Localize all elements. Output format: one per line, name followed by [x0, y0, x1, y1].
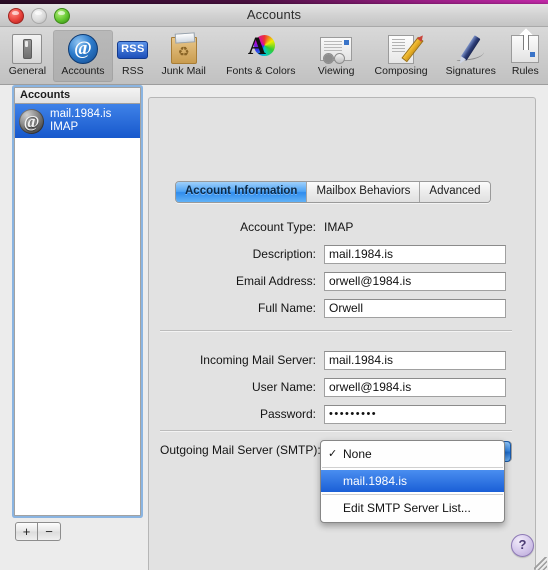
account-add-remove-group: + −	[15, 522, 61, 541]
row-password: Password: •••••••••	[160, 404, 522, 424]
user-name-label: User Name:	[251, 380, 316, 394]
toolbar-label-rules: Rules	[511, 65, 539, 77]
account-information-form: Account Type: IMAP Description: mail.198…	[160, 217, 522, 431]
toolbar-label-fonts-colors: Fonts & Colors	[226, 65, 296, 77]
description-label: Description:	[252, 247, 316, 261]
font-color-wheel-icon: A	[245, 32, 277, 64]
password-label: Password:	[259, 407, 316, 421]
email-address-label: Email Address:	[235, 274, 316, 288]
menu-divider	[322, 494, 503, 495]
account-type-label: Account Type:	[240, 220, 316, 234]
globe-at-icon	[19, 108, 44, 134]
accounts-preferences-window: Accounts General @ Accounts RSS RSS Junk…	[0, 4, 548, 570]
menu-item-none-label: None	[343, 447, 372, 461]
add-account-button[interactable]: +	[15, 522, 38, 541]
toolbar-label-accounts: Accounts	[61, 65, 105, 77]
preferences-toolbar: General @ Accounts RSS RSS Junk Mail A F…	[0, 27, 548, 85]
remove-account-button[interactable]: −	[38, 522, 61, 541]
tab-account-information[interactable]: Account Information	[176, 182, 308, 202]
row-incoming-mail-server: Incoming Mail Server: mail.1984.is	[160, 350, 522, 370]
toolbar-item-fonts-colors[interactable]: A Fonts & Colors	[215, 30, 307, 82]
toolbar-label-signatures: Signatures	[445, 65, 496, 77]
row-full-name: Full Name: Orwell	[160, 298, 522, 318]
password-input[interactable]: •••••••••	[324, 404, 506, 424]
menu-item-none[interactable]: ✓ None	[321, 443, 504, 465]
toolbar-label-composing: Composing	[374, 65, 428, 77]
row-outgoing-mail-server: Outgoing Mail Server (SMTP):	[160, 443, 324, 457]
toolbar-item-rules[interactable]: Rules	[505, 30, 546, 82]
form-separator-upper	[160, 330, 512, 331]
menu-divider	[322, 467, 503, 468]
row-user-name: User Name: orwell@1984.is	[160, 377, 522, 397]
preferences-content: Accounts mail.1984.is IMAP + − Account I…	[0, 85, 548, 570]
user-name-input[interactable]: orwell@1984.is	[324, 377, 506, 397]
toolbar-item-general[interactable]: General	[2, 30, 53, 82]
rss-badge-icon: RSS	[117, 32, 149, 64]
toolbar-item-rss[interactable]: RSS RSS	[113, 30, 153, 82]
account-name: mail.1984.is	[50, 108, 112, 120]
outgoing-mail-server-label: Outgoing Mail Server (SMTP):	[160, 443, 321, 457]
account-tabs: Account Information Mailbox Behaviors Ad…	[175, 181, 491, 203]
row-description: Description: mail.1984.is	[160, 244, 522, 264]
viewing-glasses-icon	[320, 32, 353, 64]
signature-pen-icon	[455, 32, 487, 64]
incoming-mail-server-input[interactable]: mail.1984.is	[324, 350, 506, 370]
toolbar-item-viewing[interactable]: Viewing	[307, 30, 365, 82]
window-titlebar: Accounts	[0, 4, 548, 27]
toolbar-item-junk-mail[interactable]: Junk Mail	[153, 30, 215, 82]
tab-mailbox-behaviors[interactable]: Mailbox Behaviors	[307, 182, 421, 202]
menu-item-edit-smtp-server-list-label: Edit SMTP Server List...	[343, 501, 471, 515]
toolbar-label-general: General	[8, 65, 47, 77]
window-title: Accounts	[246, 7, 302, 22]
checkmark-icon: ✓	[328, 448, 338, 460]
rules-arrow-icon	[509, 32, 541, 64]
at-sign-icon: @	[67, 32, 99, 64]
menu-item-edit-smtp-server-list[interactable]: Edit SMTP Server List...	[321, 497, 504, 519]
toolbar-item-signatures[interactable]: Signatures	[437, 30, 505, 82]
help-button[interactable]: ?	[511, 534, 534, 557]
full-name-input[interactable]: Orwell	[324, 298, 506, 318]
description-input[interactable]: mail.1984.is	[324, 244, 506, 264]
toolbar-label-viewing: Viewing	[317, 65, 355, 77]
list-item[interactable]: mail.1984.is IMAP	[15, 104, 140, 138]
account-type: IMAP	[50, 121, 79, 133]
menu-item-mail-1984-is-label: mail.1984.is	[343, 474, 408, 488]
toolbar-item-composing[interactable]: Composing	[365, 30, 437, 82]
resize-grip[interactable]	[534, 557, 547, 570]
junk-bag-icon	[168, 32, 200, 64]
form-separator-lower	[160, 430, 512, 431]
row-account-type: Account Type: IMAP	[160, 217, 522, 237]
toolbar-label-rss: RSS	[122, 65, 144, 77]
toolbar-label-junk-mail: Junk Mail	[161, 65, 206, 77]
account-labels: mail.1984.is IMAP	[50, 108, 111, 134]
row-email-address: Email Address: orwell@1984.is	[160, 271, 522, 291]
email-address-input[interactable]: orwell@1984.is	[324, 271, 506, 291]
composing-pencil-icon	[385, 32, 424, 64]
tab-advanced[interactable]: Advanced	[420, 182, 490, 202]
general-slider-icon	[11, 32, 43, 64]
smtp-server-dropdown-menu: ✓ None mail.1984.is Edit SMTP Server Lis…	[320, 440, 505, 523]
toolbar-item-accounts[interactable]: @ Accounts	[52, 30, 114, 82]
accounts-list-header: Accounts	[15, 88, 140, 104]
menu-item-mail-1984-is[interactable]: mail.1984.is	[321, 470, 504, 492]
account-type-value: IMAP	[324, 220, 354, 234]
incoming-mail-server-label: Incoming Mail Server:	[199, 353, 316, 367]
accounts-list[interactable]: Accounts mail.1984.is IMAP	[14, 87, 141, 516]
full-name-label: Full Name:	[257, 301, 316, 315]
